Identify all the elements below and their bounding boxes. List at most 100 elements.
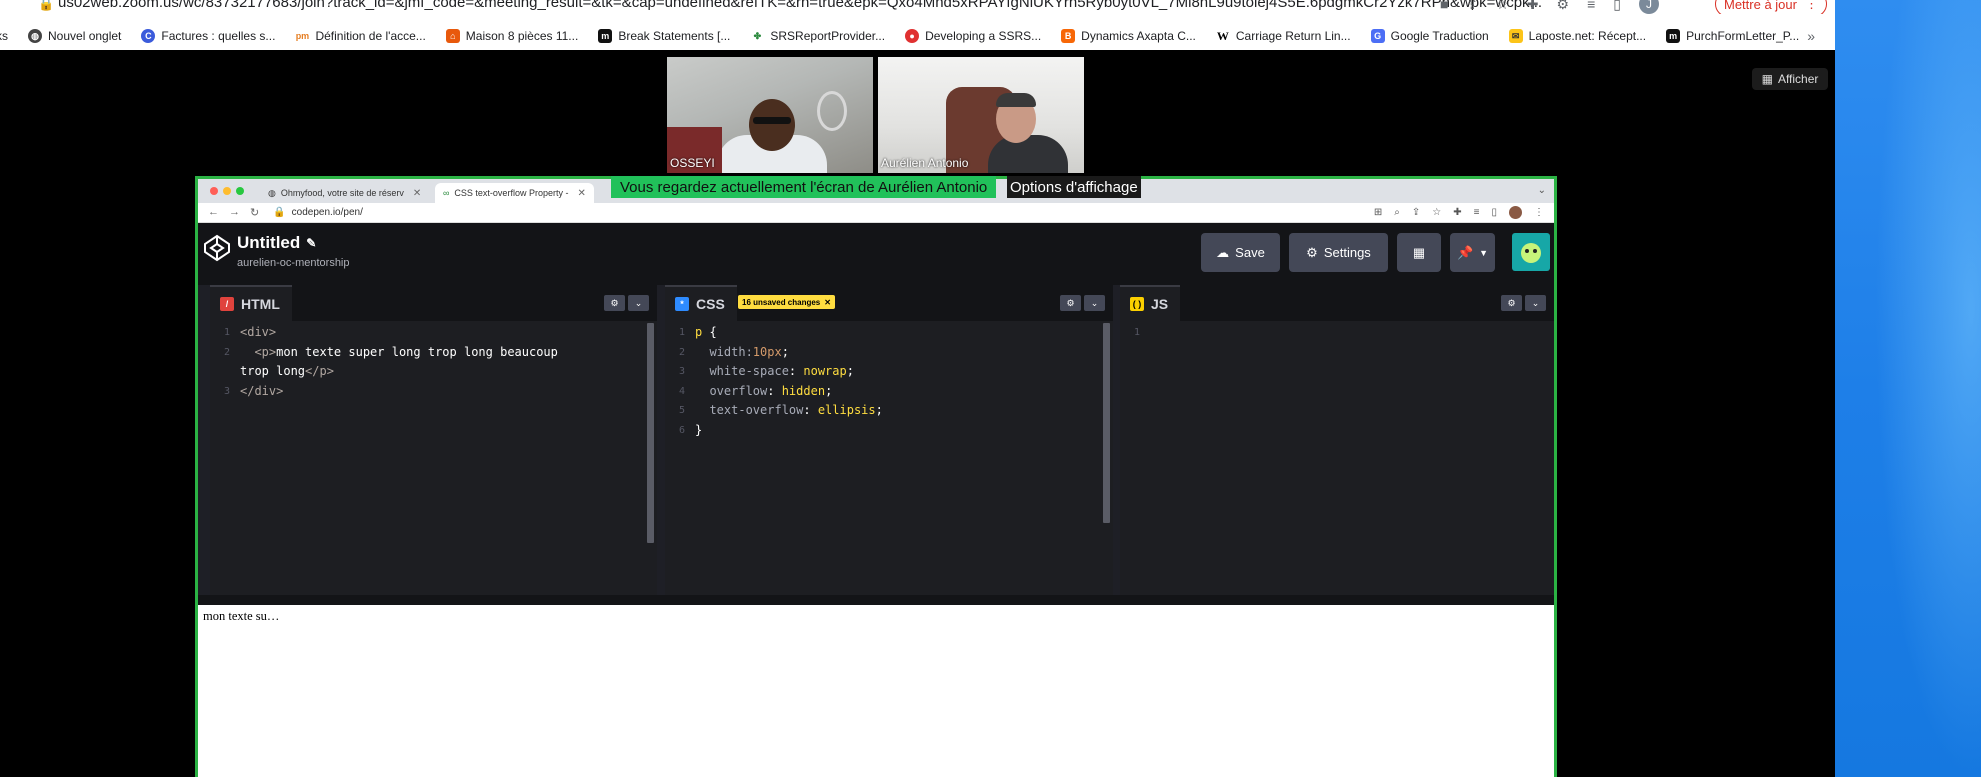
bookmark-item[interactable]: C Factures : quelles s... [141, 29, 275, 43]
code-token: <div> [240, 325, 277, 339]
bookmark-item[interactable]: ◍ Nouvel onglet [28, 29, 121, 43]
save-button[interactable]: ☁ Save [1201, 233, 1280, 272]
chevron-down-icon[interactable]: ⌄ [1538, 185, 1546, 196]
more-vert-icon[interactable]: ⋮ [1534, 207, 1544, 218]
chevron-down-icon[interactable]: ⌄ [1084, 295, 1105, 311]
close-window-icon[interactable] [210, 187, 218, 195]
code-line[interactable]: trop long</p> [210, 362, 657, 382]
settings-button[interactable]: ⚙ Settings [1289, 233, 1388, 272]
code-content: </div> [240, 382, 283, 402]
shared-url-field[interactable]: 🔒 codepen.io/pen/ [273, 207, 363, 218]
code-content: text-overflow: ellipsis; [695, 401, 882, 421]
code-content: trop long</p> [240, 362, 334, 382]
share-icon[interactable]: ⇪ [1412, 207, 1420, 218]
back-icon[interactable]: ← [208, 206, 219, 219]
tab-css[interactable]: * CSS [665, 285, 737, 321]
side-panel-icon[interactable]: ▯ [1613, 0, 1621, 13]
share-icon[interactable]: ⇪ [1466, 0, 1478, 13]
html-code[interactable]: 1 <div> 2 <p>mon texte super long trop lon… [210, 323, 657, 401]
pin-menu-button[interactable]: 📌 ▼ [1450, 233, 1495, 272]
bookmark-item[interactable]: ● Developing a SSRS... [905, 29, 1041, 43]
star-icon[interactable]: ☆ [1432, 207, 1441, 218]
bookmark-item[interactable]: pm Définition de l'acce... [295, 29, 426, 43]
code-line[interactable]: 2 width:10px; [665, 343, 1113, 363]
scrollbar[interactable] [1103, 323, 1110, 523]
user-avatar[interactable] [1512, 233, 1550, 271]
html-editor[interactable]: / HTML ⚙ ⌄ 1 <div> 2 <p>mon texte super lo… [210, 285, 657, 595]
afficher-button[interactable]: ▦ Afficher [1752, 68, 1828, 90]
change-view-button[interactable]: ▦ [1397, 233, 1441, 272]
line-number: 6 [678, 424, 685, 436]
bookmark-item[interactable]: m PurchFormLetter_P... [1666, 29, 1799, 43]
scrollbar[interactable] [647, 323, 654, 543]
code-line[interactable]: 1p { [665, 323, 1113, 343]
browser-tab-active[interactable]: ∞ CSS text-overflow Property - ✕ [435, 183, 594, 203]
code-line[interactable]: 3 </div> [210, 382, 657, 402]
address-bar[interactable]: 🔒 us02web.zoom.us/wc/83732177683/join?tr… [0, 0, 1835, 14]
pen-owner[interactable]: aurelien-oc-mentorship [237, 257, 350, 269]
participant-video-tile[interactable]: OSSEYI [667, 57, 873, 173]
reading-list-icon[interactable]: ≡ [1587, 0, 1595, 12]
translate-icon: G [1370, 29, 1385, 43]
close-tab-icon[interactable]: ✕ [577, 188, 585, 199]
js-code[interactable]: 1 [1120, 323, 1554, 343]
more-bookmarks-icon[interactable]: » [1807, 28, 1815, 44]
camera-icon[interactable]: ■ [1440, 0, 1448, 12]
bookmark-item[interactable]: ks [0, 29, 8, 43]
resizer-bar[interactable] [198, 595, 1554, 605]
code-line[interactable]: 6} [665, 421, 1113, 441]
bookmark-item[interactable]: ✉ Laposte.net: Récept... [1508, 29, 1646, 43]
chevron-down-icon[interactable]: ⌄ [628, 295, 649, 311]
bookmark-item[interactable]: ⌂ Maison 8 pièces 11... [445, 29, 578, 43]
reload-icon[interactable]: ↻ [250, 206, 259, 219]
update-button[interactable]: Mettre à jour ⋮ [1715, 0, 1827, 14]
star-icon[interactable]: ☆ [1496, 0, 1509, 13]
code-line[interactable]: 4 overflow: hidden; [665, 382, 1113, 402]
gear-icon[interactable]: ⚙ [1501, 295, 1522, 311]
code-line[interactable]: 1 <div> [210, 323, 657, 343]
bookmark-item[interactable]: G Google Traduction [1370, 29, 1489, 43]
chevron-down-icon[interactable]: ⌄ [1525, 295, 1546, 311]
grid-icon: ▦ [1761, 72, 1773, 86]
css-editor[interactable]: * CSS 16 unsaved changes ✕ ⚙ ⌄ 1p {2 wid… [665, 285, 1113, 595]
zoom-icon[interactable]: ⌕ [1394, 207, 1400, 218]
pencil-icon[interactable]: ✎ [306, 236, 316, 250]
view-options-button[interactable]: Options d'affichage [1007, 176, 1141, 198]
participant-video-tile[interactable]: Aurélien Antonio [878, 57, 1084, 173]
bookmark-item[interactable]: ✤ SRSReportProvider... [750, 29, 885, 43]
bookmark-item[interactable]: m Break Statements [... [598, 29, 730, 43]
forward-icon[interactable]: → [229, 206, 240, 219]
tab-js[interactable]: ( ) JS [1120, 285, 1181, 321]
reading-list-icon[interactable]: ≡ [1474, 207, 1480, 218]
bookmark-item[interactable]: W Carriage Return Lin... [1215, 29, 1351, 43]
extension-icon[interactable]: ✚ [1527, 0, 1539, 13]
pen-title[interactable]: Untitled ✎ [237, 233, 316, 253]
extension-icon[interactable]: ✚ [1453, 207, 1461, 218]
profile-avatar[interactable] [1509, 206, 1522, 219]
line-number: 1 [223, 327, 230, 338]
tab-html[interactable]: / HTML [210, 285, 292, 321]
close-icon[interactable]: ✕ [824, 298, 831, 307]
window-controls [210, 187, 244, 195]
code-line[interactable]: 2 <p>mon texte super long trop long beau… [210, 343, 657, 363]
close-tab-icon[interactable]: ✕ [413, 188, 421, 199]
gear-icon[interactable]: ⚙ [604, 295, 625, 311]
minimize-window-icon[interactable] [223, 187, 231, 195]
codepen-logo-icon[interactable] [202, 233, 232, 263]
unsaved-changes-badge[interactable]: 16 unsaved changes ✕ [738, 295, 835, 309]
gear-icon[interactable]: ⚙ [1060, 295, 1081, 311]
code-line[interactable]: 3 white-space: nowrap; [665, 362, 1113, 382]
profile-avatar[interactable]: J [1638, 0, 1659, 14]
code-line[interactable]: 1 [1120, 323, 1554, 343]
translate-icon[interactable]: ⊞ [1374, 207, 1382, 218]
code-line[interactable]: 5 text-overflow: ellipsis; [665, 401, 1113, 421]
address-url[interactable]: us02web.zoom.us/wc/83732177683/join?trac… [58, 0, 1542, 11]
codepen-header: Untitled ✎ aurelien-oc-mentorship ☁ Save… [198, 223, 1554, 285]
css-code[interactable]: 1p {2 width:10px; 3 white-space: nowrap; 4… [665, 323, 1113, 440]
puzzle-icon[interactable]: ⚙ [1557, 0, 1570, 13]
maximize-window-icon[interactable] [236, 187, 244, 195]
js-editor[interactable]: ( ) JS ⚙ ⌄ 1 [1120, 285, 1554, 595]
bookmark-item[interactable]: B Dynamics Axapta C... [1061, 29, 1196, 43]
browser-tab[interactable]: ◍ Ohmyfood, votre site de réserv ✕ [260, 183, 429, 203]
side-panel-icon[interactable]: ▯ [1491, 207, 1497, 218]
